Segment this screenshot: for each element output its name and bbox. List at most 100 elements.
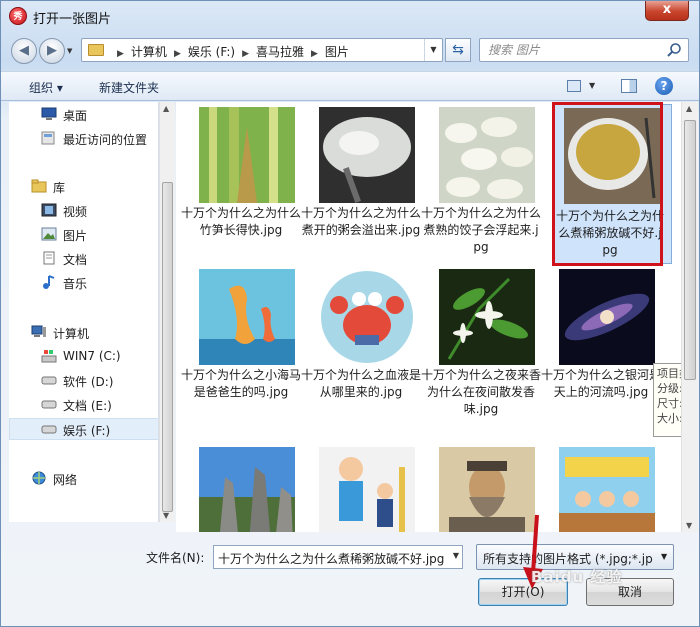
galaxy-thumbnail: [559, 269, 655, 365]
sidebar-item-label: 图片: [63, 229, 88, 243]
chevron-right-icon[interactable]: ▶: [242, 49, 249, 59]
drive-icon: [41, 400, 57, 409]
scroll-down-icon[interactable]: ▼: [686, 521, 692, 530]
search-icon[interactable]: [666, 42, 682, 58]
sidebar-item-libraries[interactable]: 库: [9, 176, 158, 198]
file-item[interactable]: 十万个为什么之银河是天上的河流吗.jpg: [541, 264, 661, 424]
recent-pages-dropdown[interactable]: ▼: [67, 47, 72, 55]
scroll-up-icon[interactable]: ▲: [686, 104, 692, 113]
height-measure-thumbnail: [319, 447, 415, 532]
forward-button[interactable]: ▶: [39, 38, 65, 64]
refresh-button[interactable]: ⇆: [445, 38, 471, 62]
command-toolbar: 组织 ▾ 新建文件夹 ▼ ?: [1, 71, 699, 101]
sidebar-item-drive-e[interactable]: 文档 (E:): [9, 394, 158, 416]
change-view-icon[interactable]: [567, 80, 581, 92]
file-item[interactable]: 十万个为什么之为什么煮熟的饺子会浮起来.jpg: [421, 102, 542, 262]
chevron-right-icon[interactable]: ▶: [174, 49, 181, 59]
dumplings-thumbnail: [439, 107, 535, 203]
help-icon[interactable]: ?: [655, 77, 673, 95]
sidebar-item-label: 文档 (E:): [63, 399, 112, 413]
tooltip-line: 尺寸: 50: [657, 397, 681, 410]
classroom-cartoon-thumbnail: [559, 447, 655, 532]
open-image-dialog: 秀 打开一张图片 x ◀ ▶ ▼ ▶ 计算机 ▶ 娱乐 (F:) ▶ 喜马拉雅 ▶ 图片 ▼ …: [0, 0, 700, 627]
breadcrumb-item-computer[interactable]: 计算机: [131, 45, 167, 59]
breadcrumb-item-pictures[interactable]: 图片: [325, 45, 349, 59]
sidebar-item-pictures[interactable]: 图片: [9, 224, 158, 246]
file-item[interactable]: [541, 442, 659, 532]
address-history-dropdown[interactable]: ▼: [424, 39, 442, 61]
file-list: 十万个为什么之为什么竹笋长得快.jpg 十万个为什么之为什么煮开的粥会溢出来.j…: [176, 102, 681, 532]
desktop-icon: [41, 107, 57, 120]
search-box[interactable]: [479, 38, 689, 62]
back-button[interactable]: ◀: [11, 38, 37, 64]
documents-icon: [43, 251, 55, 265]
sidebar-item-music[interactable]: 音乐: [9, 272, 158, 294]
file-name: 十万个为什么之血液是从哪里来的.jpg: [301, 368, 422, 399]
breadcrumb: ▶ 计算机 ▶ 娱乐 (F:) ▶ 喜马拉雅 ▶ 图片: [110, 43, 349, 60]
file-name: 十万个为什么之小海马是爸爸生的吗.jpg: [181, 368, 302, 399]
file-item[interactable]: [301, 442, 419, 532]
file-item[interactable]: 十万个为什么之为什么竹笋长得快.jpg: [181, 102, 301, 262]
new-folder-button[interactable]: 新建文件夹: [99, 79, 159, 96]
scroll-up-icon[interactable]: ▲: [163, 104, 169, 113]
file-name: 十万个为什么之为什么煮熟的饺子会浮起来.jpg: [421, 206, 542, 254]
filename-dropdown[interactable]: ▼: [449, 545, 463, 569]
crab-cartoon-thumbnail: [319, 269, 415, 365]
drive-icon: [41, 376, 57, 385]
watermark: Baidu 经验: [531, 568, 623, 586]
seahorse-thumbnail: [199, 269, 295, 365]
filename-field[interactable]: 十万个为什么之为什么煮稀粥放碱不好.jpg: [213, 545, 463, 569]
chevron-down-icon[interactable]: ▼: [661, 552, 667, 561]
sidebar-item-label: 计算机: [53, 327, 90, 341]
music-icon: [43, 275, 55, 289]
sidebar-item-desktop[interactable]: 桌面: [9, 104, 158, 126]
network-icon: [32, 471, 46, 485]
sidebar-item-label: WIN7 (C:): [63, 349, 121, 363]
scroll-down-icon[interactable]: ▼: [163, 511, 169, 520]
sidebar-item-drive-f[interactable]: 娱乐 (F:): [9, 418, 158, 440]
sidebar-item-label: 库: [53, 181, 66, 195]
computer-icon: [31, 325, 46, 337]
breadcrumb-item-drive-f[interactable]: 娱乐 (F:): [188, 45, 235, 59]
stone-forest-thumbnail: [199, 447, 295, 532]
refresh-icon: ⇆: [452, 42, 464, 58]
organize-menu[interactable]: 组织 ▾: [29, 79, 63, 96]
preview-pane-icon[interactable]: [621, 79, 637, 93]
search-input[interactable]: [480, 39, 660, 61]
tooltip-line: 大小: 83: [657, 412, 681, 425]
sidebar-item-label: 文档: [63, 253, 88, 267]
file-item[interactable]: 十万个为什么之小海马是爸爸生的吗.jpg: [181, 264, 302, 424]
chevron-right-icon[interactable]: ▶: [311, 49, 318, 59]
sidebar-item-recent-places[interactable]: 最近访问的位置: [9, 128, 158, 150]
breadcrumb-item-himalaya[interactable]: 喜马拉雅: [256, 45, 304, 59]
drive-icon: [41, 425, 57, 434]
address-bar[interactable]: ▶ 计算机 ▶ 娱乐 (F:) ▶ 喜马拉雅 ▶ 图片 ▼: [81, 38, 443, 62]
file-item[interactable]: 十万个为什么之夜来香为什么在夜间散发香味.jpg: [421, 264, 541, 424]
sidebar-item-label: 最近访问的位置: [63, 133, 148, 147]
sidebar-item-drive-c[interactable]: WIN7 (C:): [9, 346, 158, 368]
folder-icon: [88, 44, 104, 56]
view-options-dropdown[interactable]: ▼: [589, 81, 595, 90]
sidebar-item-documents[interactable]: 文档: [9, 248, 158, 270]
sidebar-item-drive-d[interactable]: 软件 (D:): [9, 370, 158, 392]
boiling-porridge-thumbnail: [319, 107, 415, 203]
file-item[interactable]: 十万个为什么之为什么煮开的粥会溢出来.jpg: [301, 102, 421, 262]
file-list-scrollbar[interactable]: ▲ ▼: [681, 102, 698, 532]
sidebar-item-label: 桌面: [63, 109, 88, 123]
sidebar-item-label: 网络: [53, 473, 78, 487]
scrollbar-thumb[interactable]: [684, 120, 696, 380]
sidebar-item-network[interactable]: 网络: [9, 468, 158, 490]
sidebar-item-computer[interactable]: 计算机: [9, 322, 158, 344]
file-item[interactable]: [181, 442, 299, 532]
highlight-frame: [552, 102, 663, 266]
scrollbar-thumb[interactable]: [162, 182, 173, 512]
navigation-scrollbar[interactable]: ▲ ▼: [159, 102, 175, 522]
file-info-tooltip: 项目类 分级: 未 尺寸: 50 大小: 83: [653, 363, 681, 437]
tooltip-line: 项目类: [657, 367, 681, 380]
sidebar-item-label: 音乐: [63, 277, 88, 291]
file-item[interactable]: 十万个为什么之血液是从哪里来的.jpg: [301, 264, 422, 424]
app-logo-icon: 秀: [9, 7, 27, 25]
system-drive-icon: [41, 350, 57, 363]
close-button[interactable]: x: [645, 1, 689, 21]
sidebar-item-videos[interactable]: 视频: [9, 200, 158, 222]
